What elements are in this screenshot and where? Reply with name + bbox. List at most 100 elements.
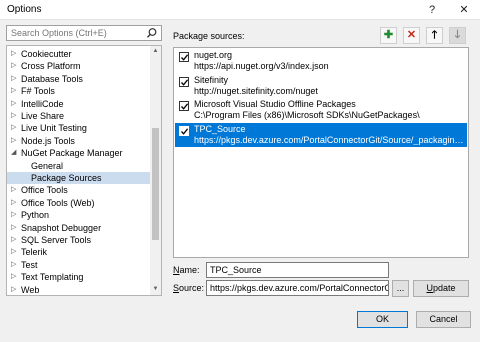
source-enabled-checkbox[interactable]: [179, 76, 189, 87]
tree-item-label: Database Tools: [21, 73, 83, 84]
tree-item[interactable]: ▷ SQL Server Tools: [7, 234, 150, 246]
expand-arrow-icon[interactable]: ▷: [11, 60, 19, 72]
package-source-row[interactable]: Microsoft Visual Studio Offline Packages…: [175, 98, 467, 122]
tree-item-label: Node.js Tools: [21, 135, 75, 146]
expand-arrow-icon[interactable]: ▷: [11, 246, 19, 258]
expand-arrow-icon[interactable]: ▷: [11, 284, 19, 295]
remove-source-button[interactable]: ✕: [403, 27, 420, 44]
expand-arrow-icon[interactable]: ▷: [11, 222, 19, 234]
remove-icon: ✕: [406, 29, 417, 41]
move-up-button[interactable]: 🡑: [426, 27, 443, 44]
add-source-button[interactable]: ✚: [380, 27, 397, 44]
expand-arrow-icon[interactable]: ▷: [11, 135, 19, 147]
search-icon[interactable]: [146, 27, 158, 39]
expand-arrow-icon[interactable]: ▷: [11, 259, 19, 271]
window-title: Options: [7, 4, 42, 15]
source-url: https://pkgs.dev.azure.com/PortalConnect…: [194, 134, 466, 145]
help-button[interactable]: ?: [420, 2, 444, 18]
expand-arrow-icon[interactable]: ▷: [11, 197, 19, 209]
tree-item-label: Text Templating: [21, 272, 84, 283]
title-bar: Options ? ✕: [0, 0, 480, 20]
expand-arrow-icon[interactable]: ▷: [11, 209, 19, 221]
expand-arrow-icon[interactable]: ▷: [11, 73, 19, 85]
update-button[interactable]: Update: [413, 280, 469, 297]
arrow-up-icon: 🡑: [431, 29, 438, 41]
expand-arrow-icon[interactable]: ▷: [11, 98, 19, 110]
tree-item-label: Cross Platform: [21, 61, 81, 72]
tree-item-label: Package Sources: [31, 173, 102, 183]
tree-item[interactable]: General: [7, 160, 150, 172]
tree-item[interactable]: ▷ Live Unit Testing: [7, 122, 150, 134]
scroll-up-arrow-icon[interactable]: ▲: [150, 46, 161, 57]
name-input[interactable]: TPC_Source: [206, 262, 389, 278]
tree-item-label: Live Unit Testing: [21, 123, 87, 134]
expand-arrow-icon[interactable]: ▷: [11, 48, 19, 60]
source-enabled-checkbox[interactable]: [179, 125, 189, 136]
source-name: TPC_Source: [194, 123, 246, 134]
options-tree[interactable]: ▷ Cookiecutter ▷ Cross Platform ▷ Database To…: [6, 45, 162, 296]
tree-item-label: General: [31, 160, 64, 171]
tree-item-label: Office Tools: [21, 185, 68, 196]
tree-item[interactable]: ▷ Test: [7, 259, 150, 271]
tree-item-label: SQL Server Tools: [21, 235, 92, 245]
tree-item-label: IntelliCode: [21, 98, 64, 109]
ok-button[interactable]: OK: [357, 311, 408, 328]
tree-item[interactable]: ▷ F# Tools: [7, 85, 150, 97]
source-enabled-checkbox[interactable]: [179, 52, 189, 62]
tree-item[interactable]: ▷ Database Tools: [7, 73, 150, 85]
tree-scrollbar[interactable]: ▲ ▼: [150, 46, 161, 295]
tree-item-label: Telerik: [21, 247, 48, 258]
expand-arrow-icon[interactable]: ▷: [11, 234, 19, 246]
tree-item[interactable]: ▷ Cookiecutter: [7, 48, 150, 60]
cancel-button[interactable]: Cancel: [416, 311, 471, 328]
tree-item-label: Office Tools (Web): [21, 197, 95, 208]
expand-arrow-icon[interactable]: ▷: [11, 110, 19, 122]
close-button[interactable]: ✕: [452, 2, 476, 18]
package-source-row[interactable]: TPC_Source https://pkgs.dev.azure.com/Por…: [175, 122, 467, 147]
tree-item[interactable]: ▷ Cross Platform: [7, 60, 150, 72]
tree-item[interactable]: Package Sources: [7, 172, 150, 184]
package-source-row[interactable]: nuget.org https://api.nuget.org/v3/index.…: [175, 49, 467, 73]
tree-item-label: Test: [21, 259, 38, 270]
scroll-down-arrow-icon[interactable]: ▼: [150, 284, 161, 295]
source-name: Sitefinity: [194, 74, 229, 85]
source-url: C:\Program Files (x86)\Microsoft SDKs\Nu…: [194, 110, 420, 120]
tree-item[interactable]: ◢ NuGet Package Manager: [7, 147, 150, 159]
search-input[interactable]: [7, 26, 143, 40]
arrow-down-icon: 🡓: [454, 29, 461, 41]
tree-item-label: Web: [21, 284, 40, 295]
name-label: Name:: [173, 265, 200, 275]
tree-item-label: NuGet Package Manager: [21, 148, 123, 159]
tree-item-label: Cookiecutter: [21, 49, 72, 59]
package-source-row[interactable]: Sitefinity http://nuget.sitefinity.com/nu…: [175, 74, 467, 98]
source-name: Microsoft Visual Studio Offline Packages: [194, 99, 356, 109]
scrollbar-thumb[interactable]: [152, 128, 159, 240]
browse-button[interactable]: ...: [392, 280, 409, 297]
tree-item[interactable]: ▷ Python: [7, 209, 150, 221]
tree-item[interactable]: ▷ Office Tools (Web): [7, 197, 150, 209]
plus-icon: ✚: [383, 29, 394, 41]
expand-arrow-icon[interactable]: ▷: [11, 85, 19, 97]
tree-item-label: Live Share: [21, 111, 65, 121]
package-sources-list[interactable]: nuget.org https://api.nuget.org/v3/index.…: [173, 47, 469, 258]
expand-arrow-icon[interactable]: ▷: [11, 122, 19, 134]
collapse-arrow-icon[interactable]: ◢: [11, 147, 19, 159]
tree-item[interactable]: ▷ Office Tools: [7, 184, 150, 196]
tree-item-label: F# Tools: [21, 86, 55, 97]
source-input[interactable]: https://pkgs.dev.azure.com/PortalConnect…: [206, 280, 389, 296]
tree-item[interactable]: ▷ Web: [7, 284, 150, 295]
tree-item[interactable]: ▷ Snapshot Debugger: [7, 222, 150, 234]
tree-item-label: Snapshot Debugger: [21, 222, 102, 233]
tree-item[interactable]: ▷ Node.js Tools: [7, 135, 150, 147]
search-options-box[interactable]: [6, 25, 162, 41]
expand-arrow-icon[interactable]: ▷: [11, 184, 19, 196]
expand-arrow-icon[interactable]: ▷: [11, 271, 19, 283]
move-down-button[interactable]: 🡓: [449, 27, 466, 44]
package-sources-label: Package sources:: [173, 31, 245, 41]
source-enabled-checkbox[interactable]: [179, 101, 189, 111]
tree-item[interactable]: ▷ Text Templating: [7, 271, 150, 283]
tree-item[interactable]: ▷ Live Share: [7, 110, 150, 122]
tree-item[interactable]: ▷ IntelliCode: [7, 98, 150, 110]
source-url: http://nuget.sitefinity.com/nuget: [194, 85, 318, 96]
tree-item[interactable]: ▷ Telerik: [7, 246, 150, 258]
